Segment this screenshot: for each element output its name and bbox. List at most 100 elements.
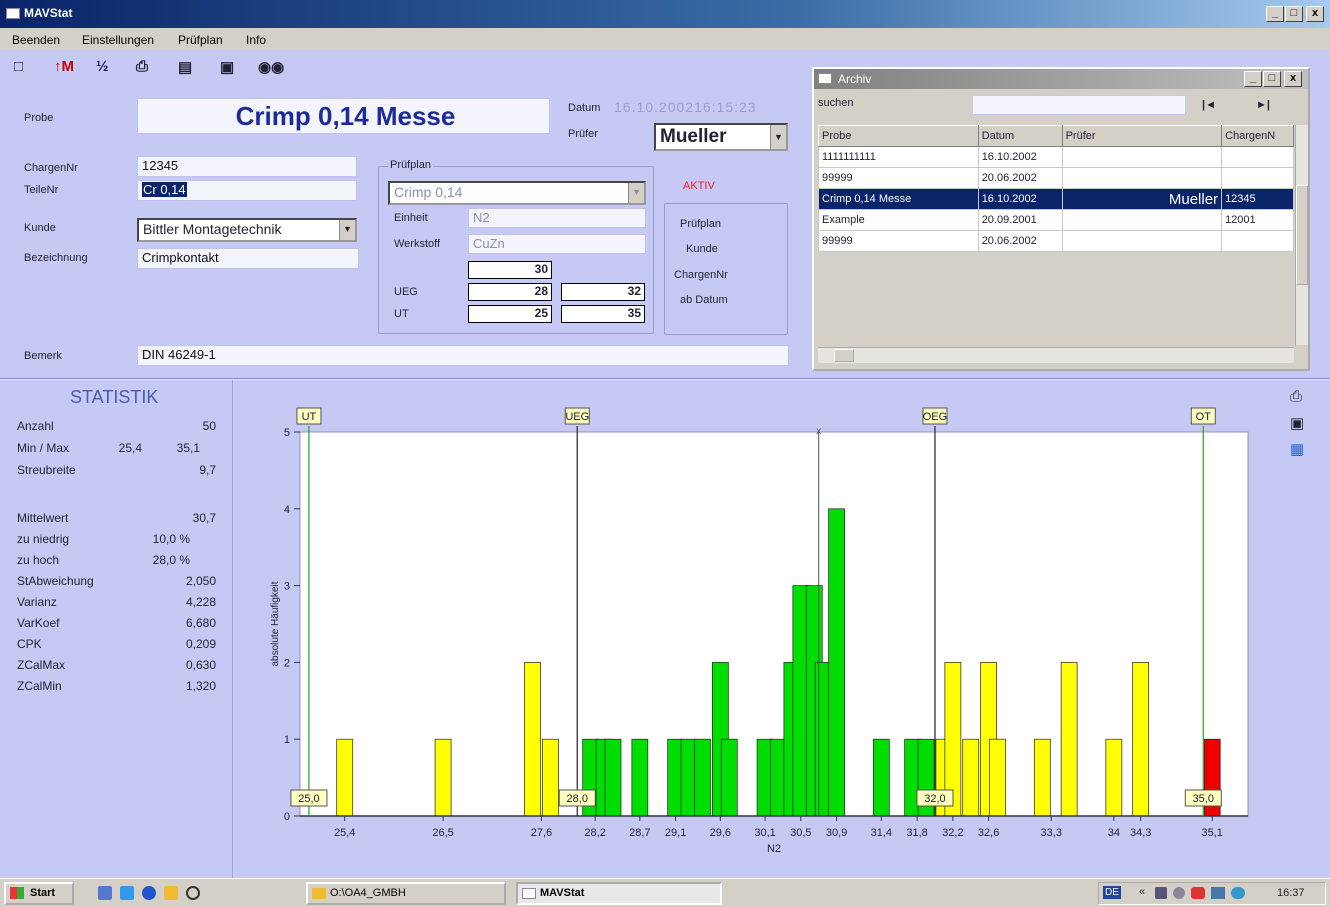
x-tick-label: 30,1 xyxy=(754,827,775,839)
table-row[interactable]: Example 20.09.2001 12001 xyxy=(818,209,1294,231)
table-row[interactable]: 1111111111 16.10.2002 xyxy=(818,146,1294,168)
chevron-down-icon[interactable]: ▼ xyxy=(770,125,786,149)
histogram-bar xyxy=(694,738,711,817)
folder-icon[interactable] xyxy=(164,886,178,900)
maximize-button[interactable]: □ xyxy=(1285,6,1303,22)
browser-icon[interactable] xyxy=(142,886,156,900)
zu-niedrig-value: 10,0 % xyxy=(152,532,190,546)
table-row[interactable]: 99999 20.06.2002 xyxy=(818,167,1294,189)
archiv-close-button[interactable]: x xyxy=(1284,71,1302,87)
pruefer-label: Prüfer xyxy=(568,128,598,140)
task-folder[interactable]: O:\OA4_GMBH xyxy=(306,882,506,905)
window-icon[interactable]: ▤ xyxy=(178,58,192,76)
menu-einstellungen[interactable]: Einstellungen xyxy=(82,33,154,47)
minimize-button[interactable]: _ xyxy=(1266,6,1284,22)
pruefer-select[interactable]: Mueller ▼ xyxy=(654,123,788,151)
archiv-minimize-button[interactable]: _ xyxy=(1244,71,1262,87)
users-icon[interactable] xyxy=(1231,887,1245,899)
monitor-icon[interactable] xyxy=(1211,887,1225,899)
einheit-field: N2 xyxy=(468,208,646,228)
table-row[interactable]: 99999 20.06.2002 xyxy=(818,230,1294,252)
menu-pruefplan[interactable]: Prüfplan xyxy=(178,33,223,47)
chargennr-label: ChargenNr xyxy=(24,162,78,174)
histogram-bar xyxy=(434,738,452,817)
table-row-selected[interactable]: Crimp 0,14 Messe 16.10.2002 Mueller 12345 xyxy=(818,188,1294,210)
ot-value[interactable]: 35 xyxy=(561,305,645,323)
chevron-down-icon[interactable]: ▼ xyxy=(628,183,644,203)
kunde-label: Kunde xyxy=(24,222,56,234)
measure-icon[interactable]: ↑M xyxy=(54,58,74,75)
new-file-icon[interactable]: □ xyxy=(14,58,23,75)
column-header-datum[interactable]: Datum xyxy=(977,125,1063,147)
menu-info[interactable]: Info xyxy=(246,33,266,47)
histogram-bar xyxy=(631,738,649,817)
anzahl-value: 50 xyxy=(202,419,216,433)
table-icon[interactable]: ▦ xyxy=(1290,440,1304,458)
column-header-probe[interactable]: Probe xyxy=(818,125,979,147)
horizontal-scrollbar[interactable] xyxy=(818,347,1294,363)
archiv-maximize-button[interactable]: □ xyxy=(1263,71,1281,87)
archiv-title-bar: Archiv _ □ x xyxy=(814,69,1308,89)
teilenr-field[interactable]: Cr 0,14 xyxy=(137,180,357,201)
cell-pruefer xyxy=(1061,230,1223,252)
task-mavstat[interactable]: MAVStat xyxy=(516,882,722,905)
last-record-icon[interactable]: ►| xyxy=(1256,99,1270,111)
tray-expand-icon[interactable]: « xyxy=(1139,886,1145,898)
cell-probe: Crimp 0,14 Messe xyxy=(818,188,979,210)
network-icon[interactable] xyxy=(1155,887,1167,899)
y-tick-label: 5 xyxy=(284,427,290,439)
scrollbar-thumb[interactable] xyxy=(834,349,854,362)
ueg-value[interactable]: 28 xyxy=(468,283,552,301)
ut-value[interactable]: 25 xyxy=(468,305,552,323)
x-tick-label: 26,5 xyxy=(432,827,453,839)
search-input[interactable] xyxy=(972,95,1186,115)
bemerk-field[interactable]: DIN 46249-1 xyxy=(137,345,789,366)
chevron-down-icon[interactable]: ▼ xyxy=(339,220,355,240)
antivirus-icon[interactable] xyxy=(1191,887,1205,899)
close-button[interactable]: x xyxy=(1306,6,1324,22)
limit-value-ueg: 28,0 xyxy=(567,793,588,805)
oeg-value[interactable]: 32 xyxy=(561,283,645,301)
column-header-chargennr[interactable]: ChargenN xyxy=(1221,125,1294,147)
desktop-icon[interactable] xyxy=(98,886,112,900)
bezeichnung-field[interactable]: Crimpkontakt xyxy=(137,248,359,269)
statistik-title: STATISTIK xyxy=(70,387,159,407)
cpk-value: 0,209 xyxy=(185,637,216,651)
sort-icon[interactable]: ½ xyxy=(96,58,109,75)
filter-chargennr[interactable]: ChargenNr xyxy=(674,269,728,281)
save-icon[interactable]: ▣ xyxy=(1290,414,1304,432)
language-indicator[interactable]: DE xyxy=(1103,886,1121,899)
werkstoff-field: CuZn xyxy=(468,234,646,254)
app-icon xyxy=(818,73,832,84)
kunde-select[interactable]: Bittler Montagetechnik ▼ xyxy=(137,218,357,242)
pruefplan-select[interactable]: Crimp 0,14 ▼ xyxy=(388,181,646,205)
filter-pruefplan[interactable]: Prüfplan xyxy=(680,218,721,230)
find-icon[interactable]: ◉◉ xyxy=(258,58,284,76)
save-icon[interactable]: ▣ xyxy=(220,58,234,76)
start-button[interactable]: Start xyxy=(4,882,74,905)
menu-beenden[interactable]: Beenden xyxy=(12,33,60,47)
print-icon[interactable]: ⎙ xyxy=(136,58,148,75)
column-header-pruefer[interactable]: Prüfer xyxy=(1061,125,1223,147)
datum-label: Datum xyxy=(568,102,601,114)
x-tick-label: 30,5 xyxy=(790,827,811,839)
filter-kunde[interactable]: Kunde xyxy=(686,243,718,255)
vertical-scrollbar[interactable] xyxy=(1295,125,1308,345)
x-tick-label: 34 xyxy=(1108,827,1120,839)
filter-ab-datum[interactable]: ab Datum xyxy=(680,294,728,306)
y-tick-label: 3 xyxy=(284,581,290,593)
cell-chargennr xyxy=(1221,167,1294,189)
histogram-bar xyxy=(524,662,541,817)
archiv-table: Probe Datum Prüfer ChargenN 1111111111 16… xyxy=(818,125,1294,252)
scrollbar-thumb[interactable] xyxy=(1296,185,1308,285)
probe-field[interactable]: Crimp 0,14 Messe xyxy=(137,98,550,134)
x-tick-label: 32,6 xyxy=(978,827,999,839)
media-icon[interactable] xyxy=(186,886,200,900)
explorer-icon[interactable] xyxy=(120,886,134,900)
nominal-value[interactable]: 30 xyxy=(468,261,552,279)
first-record-icon[interactable]: |◄ xyxy=(1202,99,1216,111)
volume-icon[interactable] xyxy=(1173,887,1185,899)
chargennr-field[interactable]: 12345 xyxy=(137,156,357,177)
histogram-bar xyxy=(1033,738,1051,817)
print-icon[interactable]: ⎙ xyxy=(1290,388,1302,405)
